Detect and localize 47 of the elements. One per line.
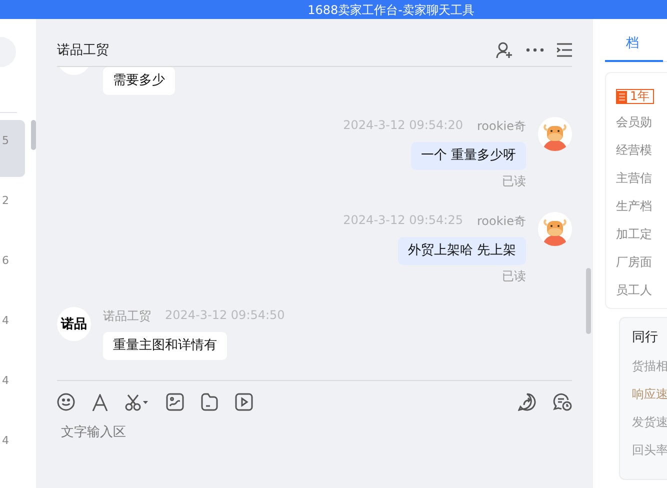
message-time: 2024-3-12 09:54:20 [343,118,463,132]
sender-name: 诺品工贸 [103,308,151,325]
emoji-icon[interactable] [57,393,75,411]
chat-title: 诺品工贸 [57,42,109,59]
field-label: 经营模 [616,142,653,159]
rating-label: 响应速 [632,386,667,403]
chat-history-icon[interactable] [553,393,572,411]
window-title: 1688卖家工作台-卖家聊天工具 [308,2,474,16]
folder-icon[interactable] [201,393,218,411]
scrollbar[interactable] [31,120,36,150]
field-label: 主营信 [616,170,653,187]
field-label: 会员勋 [616,114,653,131]
read-status: 已读 [502,173,526,190]
add-user-icon[interactable] [495,41,513,59]
rating-label: 货描相 [632,358,667,375]
years-label: 1年 [629,90,651,103]
video-icon[interactable] [235,393,253,411]
image-icon[interactable] [166,393,184,411]
conversation-item[interactable]: 4 [0,300,25,357]
scissors-icon[interactable] [125,394,149,410]
field-label: 员工人 [616,282,653,299]
font-icon[interactable] [92,394,108,410]
message-time: 2024-3-12 09:54:50 [165,308,285,322]
field-label: 加工定 [616,226,653,243]
message-time: 2024-3-12 09:54:25 [343,213,463,227]
rating-label: 发货速 [632,414,667,431]
read-status: 已读 [502,268,526,285]
conversation-item[interactable]: 2 [0,180,25,237]
conversation-item[interactable]: 5 [0,120,25,177]
message-bubble: 需要多少 [103,67,175,95]
message-input[interactable]: 文字输入区 [57,421,572,444]
more-icon[interactable] [526,48,544,52]
conversation-item[interactable]: 4 [0,360,25,417]
conversation-item[interactable]: 4 [0,420,25,477]
avatar: 诺品 [57,307,91,341]
card-title: 同行 [632,329,659,346]
list-menu-icon[interactable] [557,43,572,57]
sender-name: rookie奇 [476,213,526,230]
message-bubble: 外贸上架哈 先上架 [398,237,526,265]
scrollbar[interactable] [586,268,591,334]
message-bubble: 重量主图和详情有 [103,332,227,360]
profile-tab[interactable]: 档 [605,34,663,62]
field-label: 厂房面 [616,254,653,271]
conversation-item[interactable]: 6 [0,240,25,297]
sender-name: rookie奇 [476,118,526,135]
message-bubble: 一个 重量多少呀 [410,142,526,170]
field-label: 生产档 [616,198,653,215]
